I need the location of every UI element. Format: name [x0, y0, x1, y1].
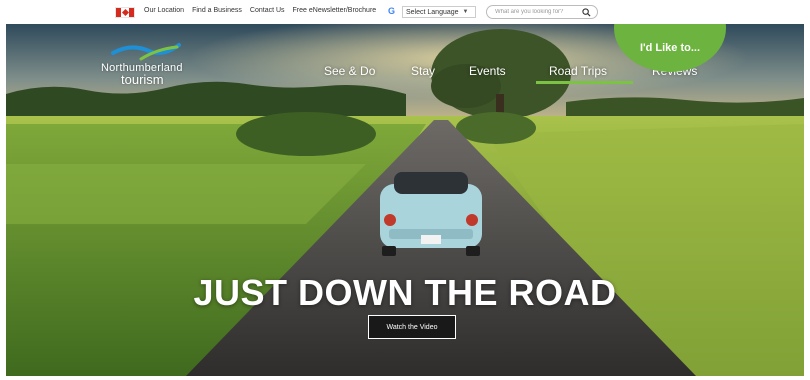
nav-item-stay[interactable]: Stay	[411, 64, 435, 78]
chevron-down-icon: ▼	[462, 9, 469, 15]
search-input[interactable]	[495, 9, 575, 15]
watch-video-button[interactable]: Watch the Video	[368, 315, 456, 339]
canada-flag-icon	[115, 7, 135, 18]
nav-item-events[interactable]: Events	[469, 64, 506, 78]
nav-active-indicator	[536, 81, 633, 84]
link-free-enewsletter[interactable]: Free eNewsletter/Brochure	[293, 7, 377, 14]
link-contact-us[interactable]: Contact Us	[250, 7, 285, 14]
google-translate-icon: G	[387, 6, 395, 16]
search-box[interactable]	[486, 5, 598, 19]
utility-links: Our Location Find a Business Contact Us …	[144, 7, 376, 14]
link-our-location[interactable]: Our Location	[144, 7, 184, 14]
id-like-to-label: I'd Like to...	[639, 42, 701, 54]
language-select-label: Select Language	[406, 8, 459, 16]
search-icon[interactable]	[582, 8, 591, 17]
utility-bar: Our Location Find a Business Contact Us …	[0, 0, 810, 24]
nav-item-see-and-do[interactable]: See & Do	[324, 64, 375, 78]
link-find-a-business[interactable]: Find a Business	[192, 7, 242, 14]
language-select[interactable]: Select Language ▼	[402, 6, 476, 18]
hero-banner: Northumberland tourism See & Do Stay Eve…	[6, 24, 804, 376]
hero-headline: JUST DOWN THE ROAD	[193, 272, 617, 313]
nav-item-road-trips[interactable]: Road Trips	[549, 64, 607, 78]
